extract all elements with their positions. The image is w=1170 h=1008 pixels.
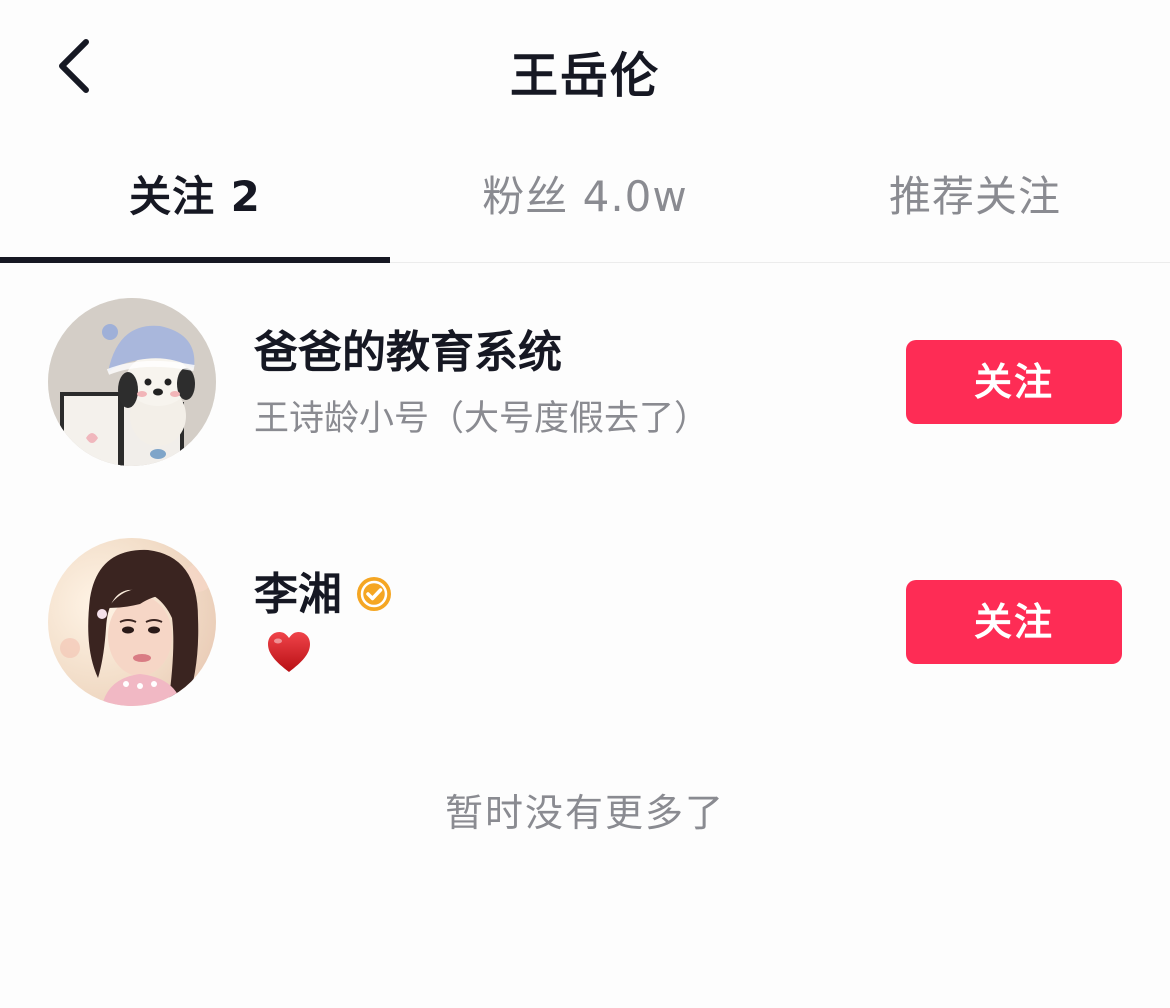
tab-followers[interactable]: 粉丝 4.0w — [390, 150, 780, 262]
verified-badge-icon — [356, 572, 392, 611]
user-row[interactable]: 李湘 关注 — [0, 538, 1170, 708]
portrait-avatar — [48, 538, 216, 706]
tab-following[interactable]: 关注 2 — [0, 150, 390, 262]
tab-bar: 关注 2 粉丝 4.0w 推荐关注 — [0, 150, 1170, 263]
avatar[interactable] — [48, 298, 216, 466]
follow-button[interactable]: 关注 — [906, 340, 1122, 424]
tab-recommended[interactable]: 推荐关注 — [780, 150, 1170, 262]
user-name-row: 李湘 — [254, 558, 392, 622]
following-page: 王岳伦 关注 2 粉丝 4.0w 推荐关注 爸爸的教育系统 王诗龄小号（大号度假… — [0, 0, 1170, 1008]
follow-button[interactable]: 关注 — [906, 580, 1122, 664]
page-title: 王岳伦 — [509, 48, 660, 104]
avatar[interactable] — [48, 538, 216, 706]
plush-dog-avatar — [48, 298, 216, 466]
user-bio: 王诗龄小号（大号度假去了） — [254, 399, 710, 439]
end-of-list-text: 暂时没有更多了 — [444, 791, 725, 835]
red-heart-icon — [266, 630, 312, 678]
header: 王岳伦 — [0, 0, 1170, 136]
active-tab-indicator — [0, 257, 390, 263]
user-name[interactable]: 爸爸的教育系统 — [254, 316, 562, 380]
user-name[interactable]: 李湘 — [254, 558, 342, 622]
user-row[interactable]: 爸爸的教育系统 王诗龄小号（大号度假去了） 关注 — [0, 298, 1170, 468]
